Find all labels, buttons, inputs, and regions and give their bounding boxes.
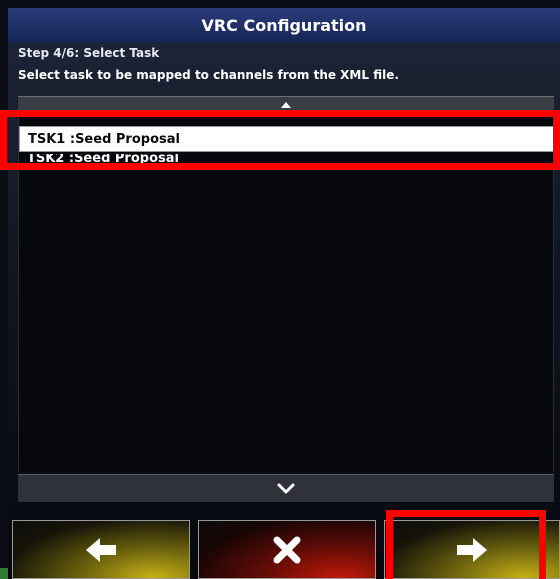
step-indicator: Step 4/6: Select Task bbox=[18, 46, 160, 60]
vrc-configuration-dialog: VRC Configuration Step 4/6: Select Task … bbox=[8, 8, 560, 579]
arrow-left-icon bbox=[86, 537, 116, 562]
scroll-up-button[interactable] bbox=[18, 96, 554, 112]
cancel-button[interactable] bbox=[198, 520, 376, 579]
instruction-text: Select task to be mapped to channels fro… bbox=[18, 68, 399, 82]
task-label: TSK2 :Seed Proposal bbox=[27, 154, 179, 164]
task-list: TSK1 :Seed Proposal TSK2 :Seed Proposal bbox=[18, 112, 554, 472]
triangle-up-icon bbox=[281, 101, 291, 108]
back-button[interactable] bbox=[12, 520, 190, 579]
background-edge bbox=[0, 568, 8, 579]
dialog-title-bar: VRC Configuration bbox=[8, 8, 560, 42]
chevron-down-icon bbox=[277, 483, 295, 493]
task-list-item-selected[interactable]: TSK1 :Seed Proposal bbox=[19, 126, 553, 152]
next-button[interactable] bbox=[384, 520, 560, 579]
dialog-title: VRC Configuration bbox=[201, 15, 367, 35]
task-label: TSK1 :Seed Proposal bbox=[28, 131, 180, 147]
arrow-right-icon bbox=[457, 537, 487, 562]
task-list-item[interactable]: TSK2 :Seed Proposal bbox=[19, 154, 553, 164]
x-icon bbox=[273, 536, 301, 563]
scroll-down-button[interactable] bbox=[18, 474, 554, 502]
